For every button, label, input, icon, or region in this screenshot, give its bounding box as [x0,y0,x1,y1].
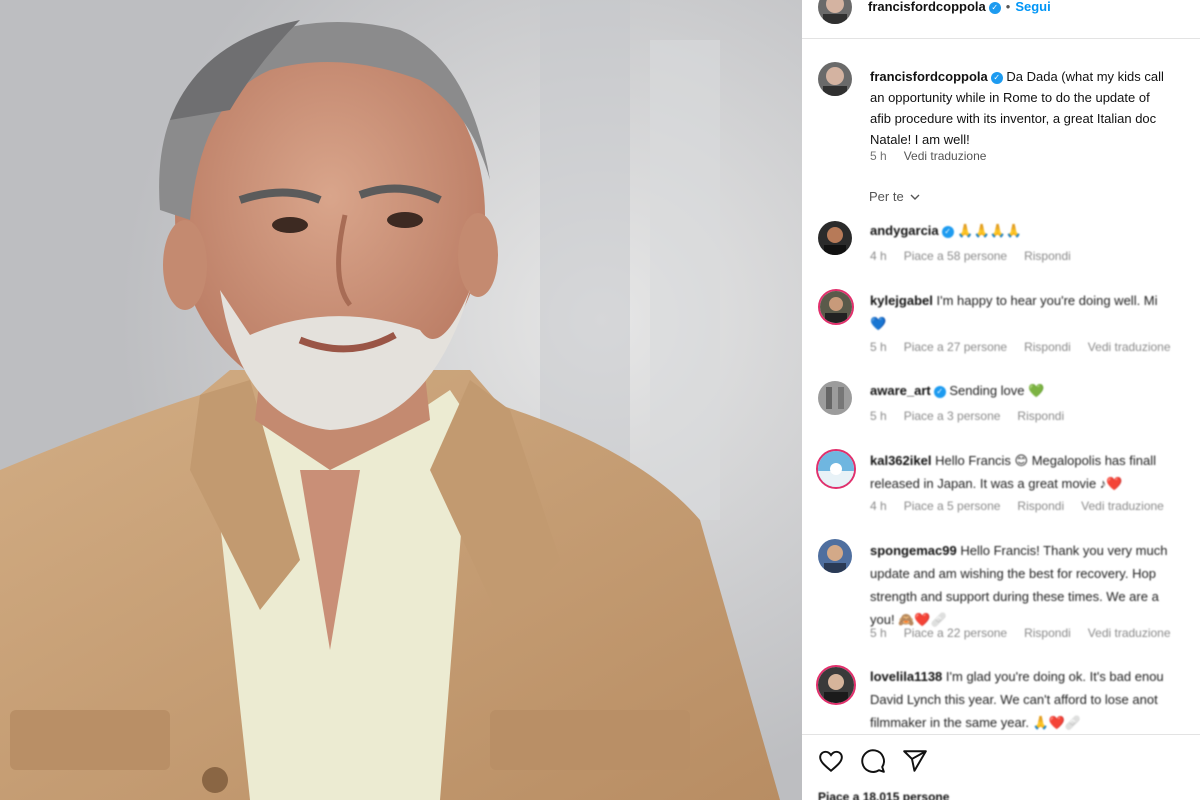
sort-label: Per te [869,189,904,204]
comment-meta: 5 h Piace a 3 persone Rispondi [870,409,1065,423]
chevron-down-icon [910,194,920,200]
post-side-panel: francisfordcoppola ✓ • Segui francisfordcop… [802,0,1200,800]
commenter-username[interactable]: lovelila1138 [870,669,942,684]
commenter-avatar[interactable] [818,289,854,325]
commenter-username[interactable]: kylejgabel [870,293,933,308]
commenter-avatar[interactable] [818,221,852,255]
share-icon[interactable] [902,748,928,774]
commenter-avatar[interactable] [816,665,856,705]
commenter-username[interactable]: aware_art [870,383,931,398]
commenter-username[interactable]: spongemac99 [870,543,957,558]
comment-meta: 4 h Piace a 58 persone Rispondi [870,249,1071,263]
caption-time: 5 h [870,149,887,163]
post-photo[interactable] [0,0,802,800]
comment-text: spongemac99 Hello Francis! Thank you ver… [870,543,1168,627]
caption-line: an opportunity while in Rome to do the u… [870,90,1150,105]
portrait-image [0,0,802,800]
caption-line: afib procedure with its inventor, a grea… [870,111,1157,126]
comment-text: andygarcia ✓ 🙏🙏🙏🙏 [870,223,1023,238]
verified-badge-icon: ✓ [990,72,1003,84]
comment-text: aware_art ✓ Sending love 💚 [870,383,1045,398]
actions-divider [802,734,1200,735]
caption-avatar[interactable] [818,62,852,96]
comment-icon[interactable] [860,748,886,774]
comment-meta: 5 h Piace a 27 persone Rispondi Vedi traduz… [870,340,1171,354]
follow-button[interactable]: Segui [1015,0,1050,14]
author-avatar[interactable] [818,0,852,24]
comment-text: lovelila1138 I'm glad you're doing ok. I… [870,669,1164,730]
caption-username[interactable]: francisfordcoppola [870,69,988,84]
likes-count[interactable]: Piace a 18.015 persone [818,790,949,800]
comment-meta: 5 h Piace a 22 persone Rispondi Vedi traduz… [870,626,1171,640]
post-header: francisfordcoppola ✓ • Segui [868,0,1051,14]
translate-link[interactable]: Vedi traduzione [904,149,987,163]
comments-sort[interactable]: Per te [869,189,920,204]
verified-badge-icon: ✓ [941,226,954,238]
header-divider [802,38,1200,39]
comment-meta: 4 h Piace a 5 persone Rispondi Vedi traduzi… [870,499,1164,513]
caption-meta: 5 h Vedi traduzione [870,149,1003,163]
post-actions [818,748,928,774]
caption-line: Natale! I am well! [870,132,970,147]
separator-dot: • [1005,0,1011,14]
comment-text: kal362ikel Hello Francis 😊 Megalopolis h… [870,453,1157,491]
commenter-username[interactable]: andygarcia [870,223,939,238]
heart-icon[interactable] [818,748,844,774]
post-caption: francisfordcoppola ✓ Da Dada (what my kid… [870,66,1200,150]
commenter-avatar[interactable] [818,381,852,415]
commenter-username[interactable]: kal362ikel [870,453,931,468]
verified-badge-icon: ✓ [933,386,946,398]
author-username[interactable]: francisfordcoppola [868,0,986,14]
verified-badge-icon: ✓ [988,2,1001,14]
comment-text: kylejgabel I'm happy to hear you're doin… [870,293,1158,331]
commenter-avatar[interactable] [816,449,856,489]
commenter-avatar[interactable] [818,539,852,573]
caption-line: Da Dada (what my kids call [1006,69,1164,84]
